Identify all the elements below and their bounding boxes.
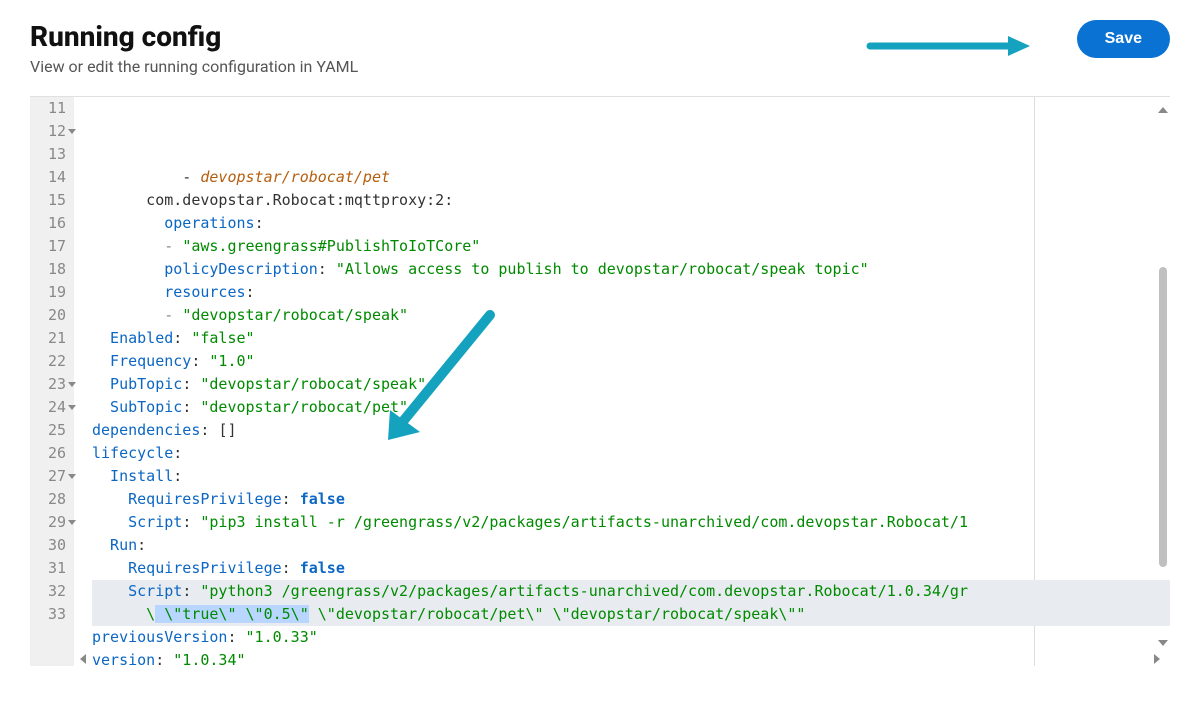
code-line[interactable]: - "devopstar/robocat/speak" (92, 304, 1170, 327)
line-number[interactable]: 16 (40, 212, 66, 235)
code-line[interactable]: previousVersion: "1.0.33" (92, 626, 1170, 649)
line-number[interactable]: 17 (40, 235, 66, 258)
page-title: Running config (30, 20, 358, 53)
line-number[interactable]: 27 (40, 465, 66, 488)
scroll-right-icon[interactable] (1154, 654, 1160, 664)
code-line[interactable]: policyDescription: "Allows access to pub… (92, 258, 1170, 281)
code-line[interactable]: Install: (92, 465, 1170, 488)
code-line[interactable]: - devopstar/robocat/pet (92, 166, 1170, 189)
page-subtitle: View or edit the running configuration i… (30, 57, 358, 76)
scroll-up-icon[interactable] (1158, 107, 1168, 113)
line-number[interactable]: 22 (40, 350, 66, 373)
line-number[interactable]: 12 (40, 120, 66, 143)
line-number[interactable]: 32 (40, 580, 66, 603)
line-number[interactable]: 11 (40, 97, 66, 120)
line-number[interactable]: 28 (40, 488, 66, 511)
code-line[interactable]: - "aws.greengrass#PublishToIoTCore" (92, 235, 1170, 258)
title-block: Running config View or edit the running … (30, 20, 358, 76)
code-line[interactable]: \ \"true\" \"0.5\" \"devopstar/robocat/p… (92, 603, 1170, 626)
header: Running config View or edit the running … (30, 20, 1170, 76)
horizontal-scrollbar[interactable] (90, 654, 1150, 664)
code-line[interactable]: SubTopic: "devopstar/robocat/pet" (92, 396, 1170, 419)
yaml-editor[interactable]: 1112131415161718192021222324252627282930… (30, 96, 1170, 666)
code-line[interactable]: com.devopstar.Robocat:mqttproxy:2: (92, 189, 1170, 212)
line-number[interactable]: 29 (40, 511, 66, 534)
save-button[interactable]: Save (1077, 20, 1170, 58)
code-line[interactable]: RequiresPrivilege: false (92, 488, 1170, 511)
code-line[interactable]: dependencies: [] (92, 419, 1170, 442)
code-line[interactable]: operations: (92, 212, 1170, 235)
code-line[interactable]: Script: "pip3 install -r /greengrass/v2/… (92, 511, 1170, 534)
code-line[interactable]: Script: "python3 /greengrass/v2/packages… (92, 580, 1170, 603)
code-line[interactable]: PubTopic: "devopstar/robocat/speak" (92, 373, 1170, 396)
line-number[interactable]: 24 (40, 396, 66, 419)
line-number[interactable]: 21 (40, 327, 66, 350)
line-number[interactable]: 18 (40, 258, 66, 281)
code-content[interactable]: - devopstar/robocat/pet com.devopstar.Ro… (74, 97, 1170, 666)
code-line[interactable]: Run: (92, 534, 1170, 557)
code-line[interactable]: Enabled: "false" (92, 327, 1170, 350)
line-number[interactable]: 14 (40, 166, 66, 189)
scroll-left-icon[interactable] (80, 654, 86, 664)
line-number-gutter[interactable]: 1112131415161718192021222324252627282930… (30, 97, 74, 666)
scroll-down-icon[interactable] (1158, 640, 1168, 646)
code-line[interactable]: resources: (92, 281, 1170, 304)
code-line[interactable]: RequiresPrivilege: false (92, 557, 1170, 580)
line-number[interactable]: 19 (40, 281, 66, 304)
scroll-thumb-vertical[interactable] (1159, 267, 1167, 567)
line-number[interactable]: 20 (40, 304, 66, 327)
line-number[interactable]: 23 (40, 373, 66, 396)
code-line[interactable]: Frequency: "1.0" (92, 350, 1170, 373)
line-number[interactable]: 30 (40, 534, 66, 557)
line-number[interactable]: 33 (40, 603, 66, 626)
line-number[interactable]: 13 (40, 143, 66, 166)
code-line[interactable]: lifecycle: (92, 442, 1170, 465)
line-number[interactable]: 31 (40, 557, 66, 580)
line-number[interactable]: 15 (40, 189, 66, 212)
vertical-scrollbar[interactable] (1158, 117, 1168, 636)
line-number[interactable]: 25 (40, 419, 66, 442)
line-number[interactable]: 26 (40, 442, 66, 465)
